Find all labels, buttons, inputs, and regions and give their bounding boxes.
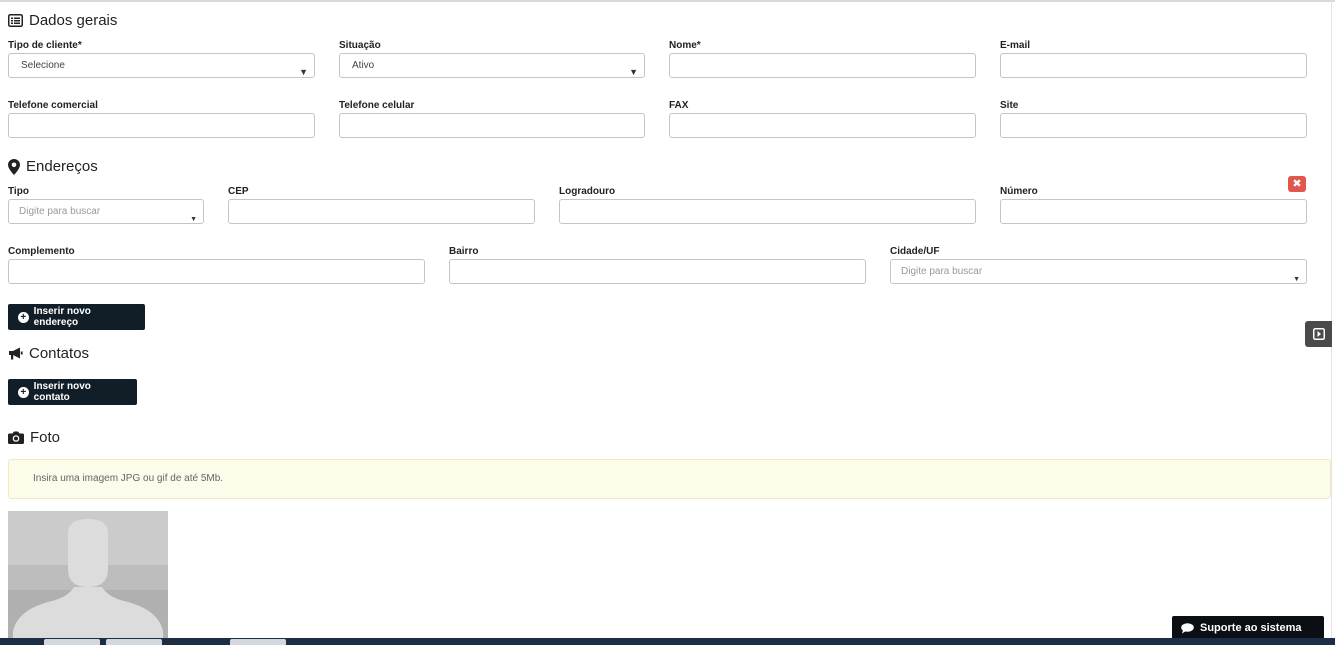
user-placeholder-icon bbox=[8, 511, 168, 641]
right-border bbox=[1331, 0, 1332, 640]
logradouro-input[interactable] bbox=[559, 199, 976, 224]
photo-hint-text: Insira uma imagem JPG ou gif de até 5Mb. bbox=[33, 473, 224, 484]
expand-icon bbox=[1312, 328, 1325, 340]
support-label: Suporte ao sistema bbox=[1200, 622, 1302, 634]
section-title-enderecos: Endereços bbox=[8, 158, 98, 175]
label-tipo-endereco: Tipo bbox=[8, 186, 29, 197]
label-nome: Nome* bbox=[669, 40, 701, 51]
section-title-text: Foto bbox=[30, 429, 61, 446]
camera-icon bbox=[8, 431, 24, 444]
taskbar-item[interactable] bbox=[230, 639, 286, 645]
situacao-select[interactable]: Ativo ▼ bbox=[339, 53, 645, 78]
photo-upload-area[interactable] bbox=[8, 511, 168, 641]
tipo-endereco-placeholder: Digite para buscar bbox=[19, 206, 101, 217]
section-title-text: Contatos bbox=[29, 345, 90, 362]
label-complemento: Complemento bbox=[8, 246, 75, 257]
section-title-contatos: Contatos bbox=[8, 345, 89, 362]
cep-input[interactable] bbox=[228, 199, 535, 224]
side-panel-toggle[interactable] bbox=[1305, 321, 1332, 347]
label-email: E-mail bbox=[1000, 40, 1031, 51]
situacao-value: Ativo bbox=[352, 60, 375, 71]
tipo-cliente-select[interactable]: Selecione ▼ bbox=[8, 53, 315, 78]
label-numero: Número bbox=[1000, 186, 1038, 197]
label-fax: FAX bbox=[669, 100, 689, 111]
plus-circle-icon: + bbox=[18, 311, 29, 323]
chat-icon bbox=[1181, 622, 1194, 633]
section-title-text: Dados gerais bbox=[29, 12, 118, 29]
support-chat-button[interactable]: Suporte ao sistema bbox=[1172, 616, 1324, 640]
label-situacao: Situação bbox=[339, 40, 381, 51]
close-icon: ✖ bbox=[1292, 178, 1302, 190]
label-tipo-cliente: Tipo de cliente* bbox=[8, 40, 82, 51]
complemento-input[interactable] bbox=[8, 259, 425, 284]
tipo-endereco-select[interactable]: Digite para buscar ▼ bbox=[8, 199, 204, 224]
add-address-button[interactable]: + Inserir novo endereço bbox=[8, 304, 145, 330]
os-taskbar bbox=[0, 638, 1335, 645]
top-border bbox=[0, 0, 1335, 2]
list-icon bbox=[8, 14, 23, 27]
telefone-comercial-input[interactable] bbox=[8, 113, 315, 138]
caret-down-icon: ▼ bbox=[629, 67, 638, 77]
bullhorn-icon bbox=[9, 347, 23, 360]
section-title-text: Endereços bbox=[26, 158, 98, 175]
cidade-uf-select[interactable]: Digite para buscar ▼ bbox=[890, 259, 1307, 284]
label-site: Site bbox=[1000, 100, 1019, 111]
label-telefone-celular: Telefone celular bbox=[339, 100, 415, 111]
section-title-foto: Foto bbox=[8, 429, 60, 446]
fax-input[interactable] bbox=[669, 113, 976, 138]
caret-down-icon: ▼ bbox=[1293, 276, 1300, 283]
site-input[interactable] bbox=[1000, 113, 1307, 138]
label-cep: CEP bbox=[228, 186, 249, 197]
bairro-input[interactable] bbox=[449, 259, 866, 284]
taskbar-item[interactable] bbox=[106, 639, 162, 645]
nome-input[interactable] bbox=[669, 53, 976, 78]
tipo-cliente-value: Selecione bbox=[21, 60, 65, 71]
label-bairro: Bairro bbox=[449, 246, 479, 257]
photo-hint-alert: Insira uma imagem JPG ou gif de até 5Mb. bbox=[8, 459, 1331, 499]
telefone-celular-input[interactable] bbox=[339, 113, 645, 138]
taskbar-item[interactable] bbox=[44, 639, 100, 645]
caret-down-icon: ▼ bbox=[299, 67, 308, 77]
label-telefone-comercial: Telefone comercial bbox=[8, 100, 98, 111]
add-contact-button[interactable]: + Inserir novo contato bbox=[8, 379, 137, 405]
add-contact-label: Inserir novo contato bbox=[33, 381, 91, 403]
email-input[interactable] bbox=[1000, 53, 1307, 78]
cidade-uf-placeholder: Digite para buscar bbox=[901, 266, 983, 277]
numero-input[interactable] bbox=[1000, 199, 1307, 224]
map-marker-icon bbox=[8, 158, 20, 175]
add-address-label: Inserir novo endereço bbox=[33, 306, 91, 328]
caret-down-icon: ▼ bbox=[190, 216, 197, 223]
label-cidade-uf: Cidade/UF bbox=[890, 246, 940, 257]
remove-address-button[interactable]: ✖ bbox=[1288, 176, 1306, 192]
section-title-dados-gerais: Dados gerais bbox=[8, 12, 117, 29]
plus-circle-icon: + bbox=[18, 386, 29, 398]
label-logradouro: Logradouro bbox=[559, 186, 616, 197]
